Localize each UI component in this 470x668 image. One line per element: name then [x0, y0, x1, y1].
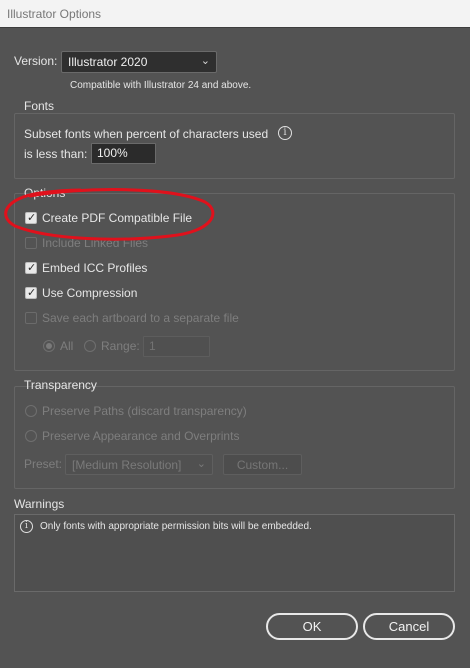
preserve-paths-radio[interactable] — [25, 405, 37, 417]
warnings-box: i Only fonts with appropriate permission… — [14, 514, 455, 592]
subset-percent-value: 100% — [97, 146, 128, 160]
check-icon: ✓ — [27, 262, 37, 274]
warning-message: Only fonts with appropriate permission b… — [40, 521, 312, 532]
use-compression-checkbox[interactable]: ✓ — [25, 287, 37, 299]
info-icon: i — [20, 520, 33, 533]
window-title: Illustrator Options — [7, 7, 102, 21]
version-compat-note: Compatible with Illustrator 24 and above… — [70, 80, 252, 91]
ok-button-label: OK — [302, 619, 322, 634]
version-selected: Illustrator 2020 — [68, 55, 148, 69]
chevron-down-icon: ⌄ — [196, 458, 206, 470]
options-group-title: Options — [24, 186, 66, 200]
all-radio[interactable] — [43, 340, 55, 352]
preset-value: [Medium Resolution] — [72, 458, 182, 472]
custom-button-label: Custom... — [236, 458, 289, 472]
range-field[interactable]: 1 — [143, 336, 210, 357]
save-artboard-label[interactable]: Save each artboard to a separate file — [42, 311, 239, 325]
less-than-label: is less than: — [24, 147, 88, 161]
check-icon: ✓ — [27, 212, 37, 224]
chevron-down-icon: ⌄ — [200, 55, 210, 67]
all-radio-label[interactable]: All — [60, 339, 73, 353]
cancel-button-label: Cancel — [388, 619, 430, 634]
fonts-group — [14, 113, 455, 179]
custom-button[interactable]: Custom... — [223, 454, 302, 475]
cancel-button[interactable]: Cancel — [363, 613, 455, 640]
use-compression-label[interactable]: Use Compression — [42, 286, 137, 300]
ok-button[interactable]: OK — [266, 613, 358, 640]
subset-fonts-label: Subset fonts when percent of characters … — [24, 127, 269, 141]
range-radio[interactable] — [84, 340, 96, 352]
embed-icc-label[interactable]: Embed ICC Profiles — [42, 261, 147, 275]
fonts-group-title: Fonts — [24, 99, 55, 113]
version-label: Version: — [14, 54, 58, 68]
preserve-paths-label[interactable]: Preserve Paths (discard transparency) — [42, 404, 247, 418]
include-linked-checkbox[interactable] — [25, 237, 37, 249]
preserve-appearance-label[interactable]: Preserve Appearance and Overprints — [42, 429, 239, 443]
range-radio-label[interactable]: Range: — [101, 339, 140, 353]
create-pdf-label[interactable]: Create PDF Compatible File — [42, 211, 192, 225]
preset-label: Preset: — [24, 457, 63, 471]
include-linked-label[interactable]: Include Linked Files — [42, 236, 148, 250]
window-titlebar: Illustrator Options — [0, 0, 470, 28]
check-icon: ✓ — [27, 287, 37, 299]
info-icon[interactable]: i — [278, 126, 292, 140]
range-value: 1 — [149, 339, 156, 353]
create-pdf-checkbox[interactable]: ✓ — [25, 212, 37, 224]
save-artboard-checkbox[interactable] — [25, 312, 37, 324]
embed-icc-checkbox[interactable]: ✓ — [25, 262, 37, 274]
warnings-title: Warnings — [14, 497, 65, 511]
subset-percent-field[interactable]: 100% — [91, 143, 156, 164]
transparency-group-title: Transparency — [24, 378, 97, 392]
preserve-appearance-radio[interactable] — [25, 430, 37, 442]
preset-dropdown[interactable]: [Medium Resolution] ⌄ — [65, 454, 213, 475]
version-dropdown[interactable]: Illustrator 2020 ⌄ — [61, 51, 217, 73]
